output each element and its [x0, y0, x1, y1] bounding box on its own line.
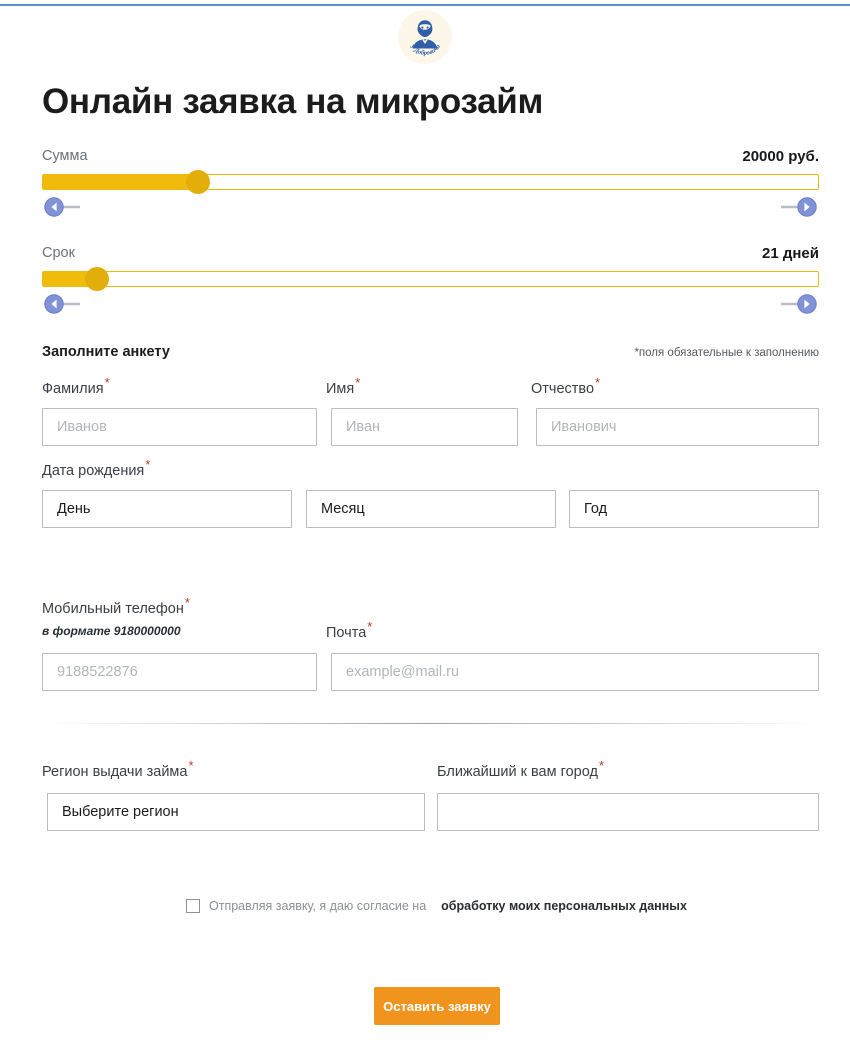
phone-input[interactable]: 9188522876	[42, 653, 317, 691]
first-name-label: Имя*	[326, 376, 360, 397]
term-slider-thumb[interactable]	[85, 267, 110, 291]
term-slider-arrows	[42, 293, 819, 315]
required-star: *	[104, 375, 110, 391]
phone-format-hint: в формате 9180000000	[42, 624, 181, 638]
amount-slider-fill	[43, 175, 198, 189]
amount-slider-arrows	[42, 196, 819, 218]
required-star: *	[355, 375, 361, 391]
consent-row: Отправляя заявку, я даю согласие на обра…	[186, 899, 687, 913]
birth-date-label-text: Дата рождения	[42, 463, 145, 479]
email-label-text: Почта	[326, 625, 367, 641]
region-label: Регион выдачи займа*	[42, 759, 194, 780]
bearded-man-logo-icon: У Добровича	[399, 11, 451, 63]
term-slider-label: Срок	[42, 245, 75, 261]
required-star: *	[595, 375, 601, 391]
middle-name-label-text: Отчество	[531, 381, 595, 397]
amount-slider-track[interactable]	[42, 170, 819, 194]
email-label: Почта*	[326, 620, 372, 641]
region-label-text: Регион выдачи займа	[42, 764, 188, 780]
middle-name-label: Отчество*	[531, 376, 600, 397]
page-title: Онлайн заявка на микрозайм	[42, 82, 544, 121]
section-divider	[42, 723, 819, 724]
middle-name-input[interactable]: Иванович	[536, 408, 819, 446]
required-star: *	[367, 619, 373, 635]
brand-logo: У Добровича	[398, 10, 452, 64]
term-slider-value: 21 дней	[762, 245, 819, 262]
amount-decrease-button[interactable]	[42, 196, 82, 223]
consent-checkbox[interactable]	[186, 899, 200, 913]
first-name-input[interactable]: Иван	[331, 408, 518, 446]
arrow-right-icon	[781, 197, 817, 217]
phone-label-text: Мобильный телефон	[42, 601, 184, 617]
amount-increase-button[interactable]	[779, 196, 819, 223]
submit-application-button[interactable]: Оставить заявку	[374, 987, 500, 1025]
arrow-right-icon	[781, 294, 817, 314]
form-heading: Заполните анкету	[42, 344, 170, 360]
brand-logo-wrapper: У Добровича	[0, 10, 850, 64]
phone-label: Мобильный телефон*	[42, 596, 190, 617]
amount-slider-block: Сумма 20000 руб.	[42, 148, 819, 218]
birth-month-select[interactable]: Месяц	[306, 490, 556, 528]
amount-slider-label: Сумма	[42, 148, 88, 164]
last-name-input[interactable]: Иванов	[42, 408, 317, 446]
city-label-text: Ближайший к вам город	[437, 764, 598, 780]
region-select[interactable]: Выберите регион	[47, 793, 425, 831]
birth-year-select[interactable]: Год	[569, 490, 819, 528]
arrow-left-icon	[44, 294, 80, 314]
top-accent-rule	[0, 4, 850, 6]
term-slider-header: Срок 21 дней	[42, 245, 819, 265]
last-name-label-text: Фамилия	[42, 381, 104, 397]
personal-data-link[interactable]: обработку моих персональных данных	[441, 899, 687, 913]
birth-date-label: Дата рождения*	[42, 458, 150, 479]
required-star: *	[145, 457, 151, 473]
birth-day-select[interactable]: День	[42, 490, 292, 528]
loan-application-page: У Добровича Онлайн заявка на микрозайм С…	[0, 0, 850, 1060]
term-decrease-button[interactable]	[42, 293, 82, 320]
consent-text: Отправляя заявку, я даю согласие на	[209, 899, 427, 913]
city-label: Ближайший к вам город*	[437, 759, 604, 780]
required-star: *	[598, 758, 604, 774]
last-name-label: Фамилия*	[42, 376, 110, 397]
arrow-left-icon	[44, 197, 80, 217]
required-star: *	[188, 758, 194, 774]
required-star: *	[184, 595, 190, 611]
amount-slider-thumb[interactable]	[186, 170, 210, 194]
email-input[interactable]: example@mail.ru	[331, 653, 819, 691]
first-name-label-text: Имя	[326, 381, 355, 397]
term-increase-button[interactable]	[779, 293, 819, 320]
term-slider-block: Срок 21 дней	[42, 245, 819, 315]
amount-slider-header: Сумма 20000 руб.	[42, 148, 819, 168]
term-slider-track[interactable]	[42, 267, 819, 291]
city-select[interactable]	[437, 793, 819, 831]
required-fields-note: *поля обязательные к заполнению	[634, 347, 819, 359]
amount-slider-value: 20000 руб.	[742, 148, 819, 165]
